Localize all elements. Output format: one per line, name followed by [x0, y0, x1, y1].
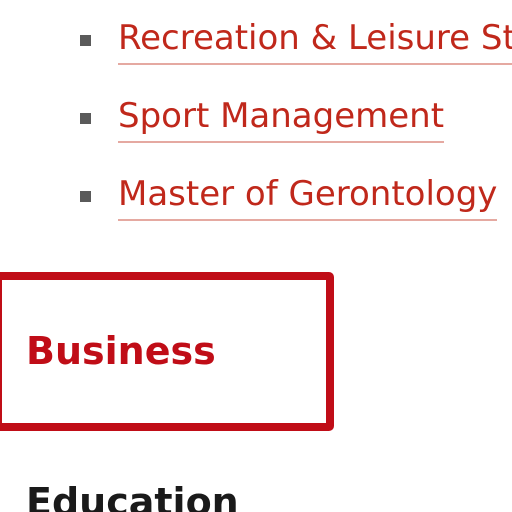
list-item: Recreation & Leisure Studie: [0, 14, 512, 65]
square-bullet-icon: [80, 191, 91, 202]
page: Recreation & Leisure Studie Sport Manage…: [0, 0, 512, 512]
program-link-sport-management[interactable]: Sport Management: [118, 92, 445, 143]
program-link-recreation-leisure-studies[interactable]: Recreation & Leisure Studie: [118, 14, 512, 65]
section-heading-education[interactable]: Education: [26, 480, 239, 512]
section-heading-business[interactable]: Business: [26, 329, 216, 373]
square-bullet-icon: [80, 113, 91, 124]
list-item: Sport Management: [0, 92, 512, 143]
program-link-master-of-gerontology[interactable]: Master of Gerontology: [118, 170, 498, 221]
square-bullet-icon: [80, 35, 91, 46]
list-item: Master of Gerontology: [0, 170, 512, 221]
